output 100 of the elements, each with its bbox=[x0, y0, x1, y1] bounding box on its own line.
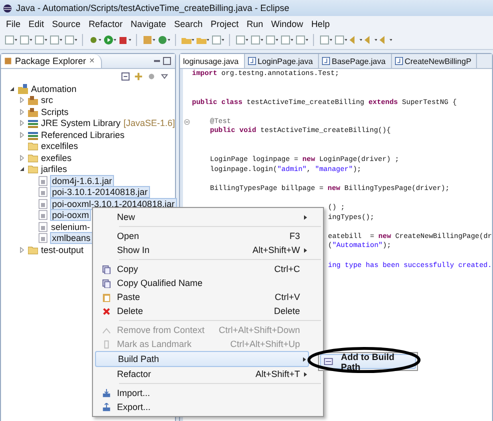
expand-triangle-icon[interactable] bbox=[19, 108, 25, 115]
toolbar-icon[interactable] bbox=[49, 35, 62, 45]
folder-icon bbox=[28, 164, 38, 174]
jar-file-icon bbox=[38, 222, 48, 232]
tree-item[interactable]: poi-ooxm bbox=[50, 209, 92, 222]
java-file-icon bbox=[322, 57, 330, 65]
menu-item[interactable]: Show In Alt+Shift+W bbox=[95, 243, 309, 257]
tree-item-decoration: [JavaSE-1.6] bbox=[124, 118, 176, 128]
folder-icon bbox=[28, 141, 38, 152]
maximize-icon[interactable] bbox=[163, 57, 171, 65]
dropdown-icon[interactable] bbox=[160, 72, 169, 80]
toolbar-icon[interactable] bbox=[349, 35, 362, 45]
collapse-all-icon[interactable] bbox=[121, 72, 130, 80]
toolbar-icon[interactable] bbox=[364, 35, 377, 45]
tree-item[interactable]: exefiles bbox=[40, 152, 73, 163]
expand-triangle-icon[interactable] bbox=[19, 246, 25, 253]
collapse-triangle-icon[interactable] bbox=[9, 86, 15, 92]
java-file-icon bbox=[248, 57, 256, 65]
fold-icon[interactable] bbox=[184, 118, 190, 125]
toolbar-icon[interactable] bbox=[379, 35, 392, 45]
clipboard-icon bbox=[102, 292, 110, 302]
menu-item[interactable]: Build Path bbox=[95, 351, 309, 367]
menu-item[interactable]: File bbox=[2, 18, 25, 28]
tree-item[interactable]: test-output bbox=[40, 244, 85, 255]
menu-item[interactable]: Project bbox=[206, 18, 243, 28]
library-icon bbox=[28, 130, 38, 140]
tree-item[interactable]: Scripts bbox=[40, 106, 70, 117]
toolbar-icon[interactable] bbox=[157, 35, 170, 45]
menu-item[interactable]: Import... bbox=[95, 386, 309, 400]
menu-item[interactable]: Run bbox=[242, 18, 268, 28]
menu-item[interactable]: Refactor Alt+Shift+T bbox=[95, 367, 309, 381]
toolbar-icon[interactable] bbox=[142, 35, 155, 45]
java-file-icon bbox=[394, 57, 403, 65]
toolbar-icon[interactable] bbox=[181, 35, 194, 45]
toolbar-icon[interactable] bbox=[196, 35, 209, 45]
jar-file-icon bbox=[38, 198, 48, 209]
app-icon bbox=[3, 4, 12, 12]
menu-item[interactable]: Paste Ctrl+V bbox=[95, 290, 309, 304]
delete-icon bbox=[102, 306, 110, 316]
menu-item[interactable]: Export... bbox=[95, 400, 309, 414]
tree-item[interactable]: xmlbeans bbox=[50, 232, 93, 244]
toolbar-icon[interactable] bbox=[280, 35, 293, 45]
menu-item[interactable]: Add to Build Path bbox=[320, 354, 416, 369]
menu-item[interactable]: Copy Ctrl+C bbox=[95, 262, 309, 276]
toolbar-icon[interactable] bbox=[265, 35, 278, 45]
tree-item[interactable]: selenium- bbox=[50, 222, 92, 232]
jar-file-icon bbox=[38, 176, 48, 186]
toolbar-icon[interactable] bbox=[211, 35, 224, 45]
tree-item[interactable]: Automation bbox=[30, 84, 78, 94]
expand-triangle-icon[interactable] bbox=[19, 97, 25, 104]
toolbar-icon[interactable] bbox=[319, 35, 332, 45]
folder-icon bbox=[28, 244, 38, 255]
project-folder-icon bbox=[18, 84, 28, 94]
toolbar-icon[interactable] bbox=[295, 35, 308, 45]
tree-item[interactable]: excelfiles bbox=[40, 141, 80, 152]
toolbar-icon[interactable] bbox=[250, 35, 263, 45]
copy-icon bbox=[102, 278, 110, 288]
editor-tab[interactable]: LoginPage.java bbox=[244, 54, 319, 68]
toolbar-icon[interactable] bbox=[64, 35, 77, 45]
menu-item[interactable]: Delete Delete bbox=[95, 304, 309, 318]
tree-item[interactable]: Referenced Libraries bbox=[40, 130, 126, 140]
menu-item[interactable]: Refactor bbox=[84, 18, 127, 28]
toolbar-icon[interactable] bbox=[19, 35, 32, 45]
expand-triangle-icon[interactable] bbox=[19, 120, 25, 126]
menu-item[interactable]: Source bbox=[48, 18, 85, 28]
tree-item[interactable]: src bbox=[40, 95, 54, 106]
toolbar-icon[interactable] bbox=[334, 35, 347, 45]
folder-icon bbox=[28, 152, 38, 163]
toolbar-icon[interactable] bbox=[235, 35, 248, 45]
toolbar-icon[interactable] bbox=[4, 35, 17, 45]
package-folder-icon bbox=[28, 106, 38, 117]
package-folder-icon bbox=[28, 95, 38, 106]
tree-item[interactable]: poi-3.10.1-20140818.jar bbox=[50, 186, 150, 198]
toolbar-icon[interactable] bbox=[103, 35, 116, 45]
toolbar-icon[interactable] bbox=[88, 35, 101, 45]
tree-item[interactable]: jarfiles bbox=[40, 164, 68, 174]
collapse-triangle-icon[interactable] bbox=[19, 166, 25, 172]
menu-item[interactable]: Navigate bbox=[126, 18, 170, 28]
toolbar-icon[interactable] bbox=[118, 35, 131, 45]
expand-triangle-icon[interactable] bbox=[19, 154, 25, 161]
menu-item[interactable]: Open F3 bbox=[95, 229, 309, 243]
menu-item[interactable]: Help bbox=[307, 18, 334, 28]
package-icon bbox=[4, 57, 12, 65]
tree-item[interactable]: dom4j-1.6.1.jar bbox=[50, 174, 114, 187]
library-icon bbox=[28, 118, 38, 128]
export-icon bbox=[102, 402, 110, 412]
jar-file-icon bbox=[38, 233, 48, 244]
menu-item[interactable]: Edit bbox=[24, 18, 48, 28]
editor-tab[interactable]: loginusage.java bbox=[180, 54, 245, 68]
tree-item[interactable]: JRE System Library bbox=[40, 118, 122, 128]
jar-file-icon bbox=[38, 210, 48, 220]
editor-tab[interactable]: CreateNewBillingP bbox=[392, 54, 478, 68]
jar-icon bbox=[324, 358, 333, 365]
toolbar-icon[interactable] bbox=[34, 35, 47, 45]
menu-item[interactable]: New bbox=[95, 210, 309, 224]
menu-item[interactable]: Copy Qualified Name bbox=[95, 276, 309, 290]
jar-file-icon bbox=[38, 187, 48, 198]
menu-item[interactable]: Window bbox=[267, 18, 308, 28]
menu-item[interactable]: Search bbox=[170, 18, 207, 28]
expand-triangle-icon[interactable] bbox=[19, 132, 25, 138]
